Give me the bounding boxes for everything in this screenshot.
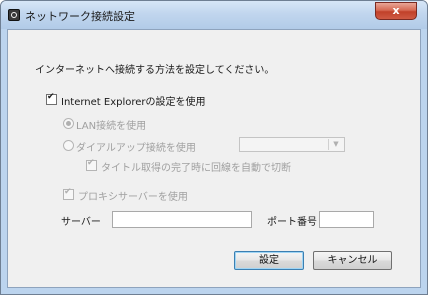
cancel-button[interactable]: キャンセル bbox=[313, 251, 392, 270]
instruction-text: インターネットへ接続する方法を設定してください。 bbox=[35, 65, 275, 76]
chevron-down-icon: ▼ bbox=[328, 139, 343, 150]
close-icon: x bbox=[392, 4, 400, 17]
network-app-icon bbox=[8, 9, 20, 21]
use-ie-settings-checkbox[interactable] bbox=[46, 92, 57, 105]
title-bar[interactable]: ネットワーク接続設定 x bbox=[1, 1, 427, 29]
dialup-radio[interactable] bbox=[63, 140, 74, 151]
close-button[interactable]: x bbox=[375, 2, 417, 20]
lan-radio-label[interactable]: LAN接続を使用 bbox=[76, 117, 146, 132]
use-ie-settings-label[interactable]: Internet Explorerの設定を使用 bbox=[61, 93, 206, 108]
auto-disconnect-label[interactable]: タイトル取得の完了時に回線を自動で切断 bbox=[101, 159, 291, 174]
use-proxy-checkbox[interactable] bbox=[63, 187, 74, 200]
dialup-connection-select[interactable]: ▼ bbox=[239, 137, 345, 152]
dialog-window: ネットワーク接続設定 x インターネットへ接続する方法を設定してください。 In… bbox=[0, 0, 428, 295]
ok-button[interactable]: 設定 bbox=[234, 251, 304, 270]
port-label: ポート番号 bbox=[267, 217, 317, 228]
port-input[interactable] bbox=[319, 211, 374, 228]
auto-disconnect-checkbox[interactable] bbox=[86, 158, 97, 171]
server-label: サーバー bbox=[61, 217, 101, 228]
server-input[interactable] bbox=[112, 211, 252, 228]
dialog-body: インターネットへ接続する方法を設定してください。 Internet Explor… bbox=[7, 29, 421, 288]
use-proxy-label[interactable]: プロキシサーバーを使用 bbox=[78, 188, 188, 203]
dialup-radio-label[interactable]: ダイアルアップ接続を使用 bbox=[76, 139, 196, 154]
window-title: ネットワーク接続設定 bbox=[25, 10, 135, 23]
lan-radio[interactable] bbox=[63, 118, 74, 129]
